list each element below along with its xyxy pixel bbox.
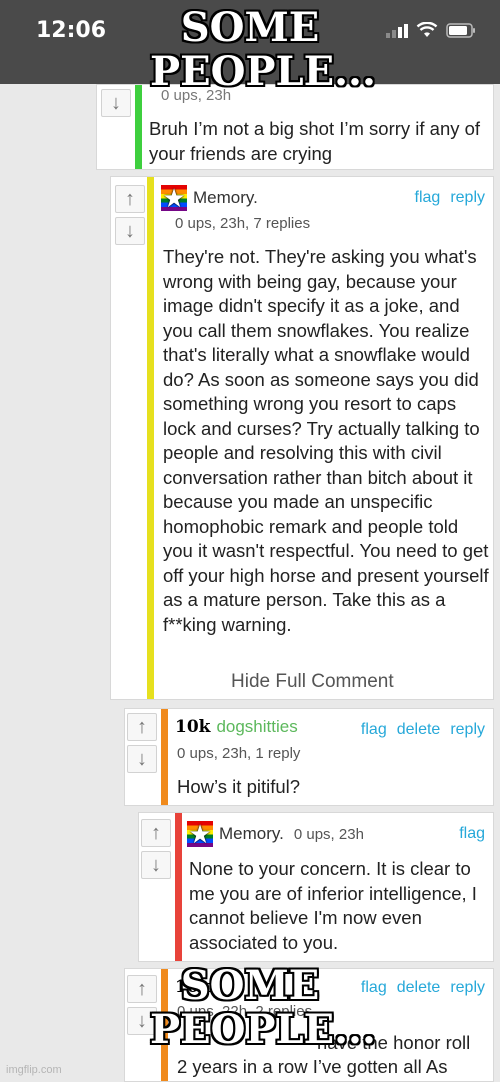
upvote-button[interactable]: ↑ (127, 713, 157, 741)
thread-level-bar (135, 85, 142, 169)
downvote-button[interactable]: ↓ (115, 217, 145, 245)
hide-full-comment-link[interactable]: Hide Full Comment (231, 671, 394, 693)
user-avatar[interactable]: ★ (161, 183, 187, 213)
comment: ↑ ↓ ★ Memory. flag reply 0 ups, 23h, 7 r… (110, 176, 494, 700)
thread-level-bar (161, 709, 168, 805)
comment: ↑ ↓ ★ Memory. 0 ups, 23h flag None to yo… (138, 812, 494, 962)
downvote-button[interactable]: ↓ (127, 745, 157, 773)
wifi-icon (416, 22, 438, 37)
comment: ↑ ↓ 10k dogshitties flag delete reply 0 … (124, 708, 494, 806)
user-avatar[interactable]: ★ (187, 819, 213, 849)
username[interactable]: dogshitties (216, 717, 297, 737)
comment-body: Bruh I’m not a big shot I’m sorry if any… (149, 118, 481, 164)
comment: ↓ 0 ups, 23h Bruh I’m not a big shot I’m… (96, 84, 494, 170)
comment-body: None to your concern. It is clear to me … (189, 858, 477, 953)
comment-body: How’s it pitiful? (177, 776, 301, 797)
delete-link[interactable]: delete (397, 721, 441, 739)
thread-level-bar (175, 813, 182, 961)
downvote-button[interactable]: ↓ (141, 851, 171, 879)
thread-level-bar (147, 177, 154, 699)
battery-icon (446, 23, 475, 38)
comment-body: They're not. They're asking you what's w… (163, 246, 489, 635)
upvote-button[interactable]: ↑ (141, 819, 171, 847)
star-icon: ★ (162, 183, 186, 213)
comment-body-line: 2 years in a row I’ve gotten all As (177, 1056, 448, 1077)
username[interactable]: Memory. (193, 188, 258, 208)
system-icons (386, 22, 476, 38)
comment-meta: 0 ups, 23h, 7 replies (175, 215, 311, 232)
flag-link[interactable]: flag (361, 721, 387, 739)
watermark: imgflip.com (6, 1064, 62, 1076)
rank-badge: 10k (175, 717, 211, 737)
comment-meta: 0 ups, 23h (293, 825, 364, 843)
reply-link[interactable]: reply (450, 721, 485, 739)
upvote-button[interactable]: ↑ (115, 185, 145, 213)
meme-bottom-caption: SOME PEOPLE... (150, 962, 376, 1053)
reply-link[interactable]: reply (450, 189, 485, 207)
status-time: 12:06 (36, 18, 107, 43)
downvote-button[interactable]: ↓ (101, 89, 131, 117)
reply-link[interactable]: reply (450, 979, 485, 997)
flag-link[interactable]: flag (361, 979, 387, 997)
meme-top-caption: SOME PEOPLE... (150, 4, 376, 95)
cellular-signal-icon (386, 22, 408, 38)
star-icon: ★ (188, 819, 212, 849)
flag-link[interactable]: flag (459, 825, 485, 843)
username[interactable]: Memory. (219, 824, 284, 844)
delete-link[interactable]: delete (397, 979, 441, 997)
flag-link[interactable]: flag (415, 189, 441, 207)
comment-meta: 0 ups, 23h, 1 reply (177, 745, 301, 762)
